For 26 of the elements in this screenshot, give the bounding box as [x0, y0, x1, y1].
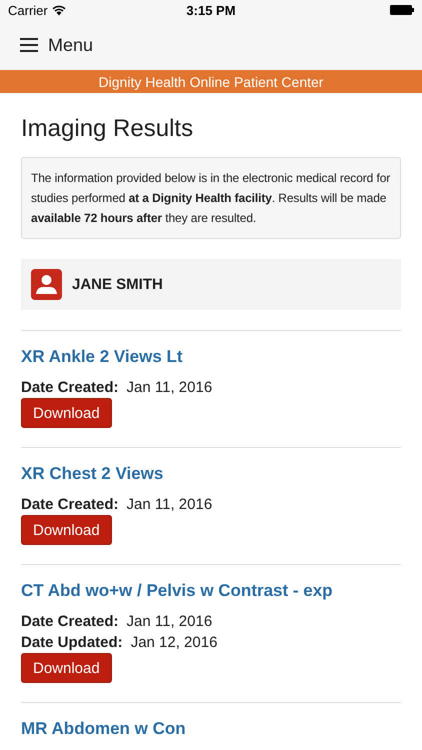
download-button[interactable]: Download: [21, 398, 112, 428]
site-banner: Dignity Health Online Patient Center: [0, 70, 422, 93]
menu-button[interactable]: Menu: [20, 34, 94, 56]
wifi-icon: [52, 4, 66, 16]
download-button[interactable]: Download: [21, 515, 112, 545]
result-title-link[interactable]: XR Ankle 2 Views Lt: [21, 347, 401, 367]
result-title-link[interactable]: MR Abdomen w Con: [21, 719, 401, 739]
info-notice: The information provided below is in the electronic medical record for studies performed at a Dignity Health facility. Results will be made available 72 hours after they are resulted.: [21, 157, 401, 239]
person-icon: [31, 269, 62, 300]
date-label: Date Created:: [21, 378, 119, 398]
date-value: Jan 11, 2016: [126, 612, 212, 632]
date-label: Date Created:: [21, 495, 119, 515]
battery-icon: [390, 5, 414, 15]
date-value: Jan 11, 2016: [126, 378, 212, 398]
date-label: Date Updated:: [21, 633, 123, 653]
carrier-label: Carrier: [8, 2, 48, 18]
date-label: Date Created:: [21, 612, 119, 632]
date-value: Jan 12, 2016: [130, 633, 218, 653]
patient-name: JANE SMITH: [72, 276, 163, 293]
page-title: Imaging Results: [21, 115, 194, 143]
download-button[interactable]: Download: [21, 653, 112, 683]
result-title-link[interactable]: XR Chest 2 Views: [21, 464, 401, 484]
date-value: Jan 11, 2016: [126, 495, 212, 515]
menu-icon: [20, 38, 38, 52]
result-title-link[interactable]: CT Abd wo+w / Pelvis w Contrast - exp: [21, 581, 401, 601]
clock-time: 3:15 PM: [186, 2, 236, 18]
